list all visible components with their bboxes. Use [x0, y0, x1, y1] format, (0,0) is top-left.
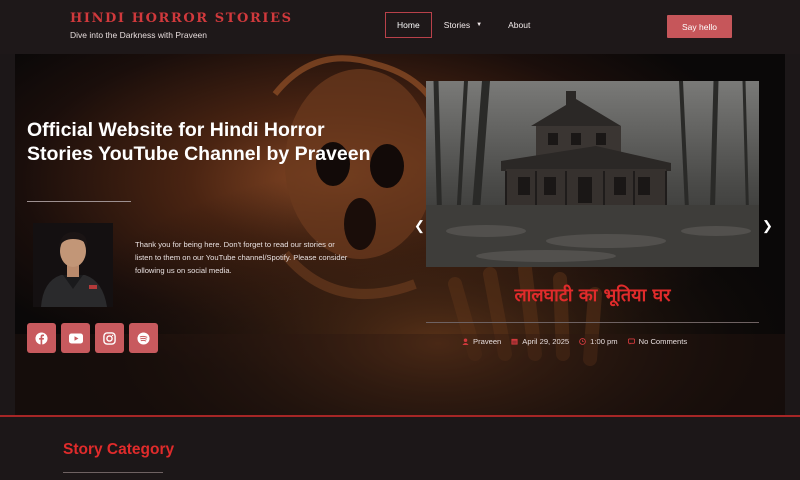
main-nav: Home Stories ▼ About [385, 12, 530, 38]
youtube-icon [68, 333, 83, 343]
site-header: Hindi Horror Stories Dive into the Darkn… [0, 0, 800, 54]
chevron-down-icon: ▼ [476, 22, 483, 28]
facebook-icon [35, 331, 48, 345]
post-meta: Praveen April 29, 2025 1:00 pm No Commen… [462, 337, 697, 346]
facebook-link[interactable] [27, 323, 56, 353]
spotify-link[interactable] [129, 323, 158, 353]
slider-next-button[interactable]: ❯ [762, 218, 773, 234]
post-title[interactable]: लालघाटी का भूतिया घर [426, 283, 759, 307]
spotify-icon [137, 331, 150, 345]
hero-bottom-border [0, 415, 800, 417]
brand[interactable]: Hindi Horror Stories Dive into the Darkn… [70, 11, 293, 40]
post-date[interactable]: April 29, 2025 [511, 337, 569, 346]
instagram-link[interactable] [95, 323, 124, 353]
calendar-icon [511, 338, 518, 345]
nav-home[interactable]: Home [385, 12, 432, 38]
social-links [27, 323, 158, 353]
post-author[interactable]: Praveen [462, 337, 501, 346]
say-hello-button[interactable]: Say hello [667, 15, 732, 38]
nav-stories[interactable]: Stories ▼ [444, 12, 482, 38]
hero-heading: Official Website for Hindi Horror Storie… [27, 119, 371, 165]
story-category-divider [63, 472, 163, 473]
post-comments-text: No Comments [638, 337, 688, 346]
post-divider [426, 322, 759, 323]
site-tagline: Dive into the Darkness with Praveen [70, 30, 208, 40]
slider-prev-button[interactable]: ❮ [414, 218, 425, 234]
nav-stories-label: Stories [443, 20, 471, 30]
haunted-house-image[interactable] [426, 81, 759, 267]
post-time: 1:00 pm [579, 337, 618, 346]
post-author-name: Praveen [473, 337, 502, 346]
user-icon [462, 338, 469, 345]
post-comments[interactable]: No Comments [627, 337, 688, 346]
hero-intro-text: Thank you for being here. Don't forget t… [135, 240, 348, 275]
youtube-link[interactable] [61, 323, 90, 353]
hero-divider [27, 201, 131, 202]
post-date-text: April 29, 2025 [522, 337, 570, 346]
author-avatar [33, 223, 113, 307]
post-time-text: 1:00 pm [590, 337, 618, 346]
site-title[interactable]: Hindi Horror Stories [70, 11, 293, 26]
clock-icon [579, 338, 586, 345]
story-category-heading: Story Category [63, 441, 175, 458]
nav-about[interactable]: About [508, 12, 530, 38]
comment-icon [627, 338, 635, 345]
instagram-icon [103, 331, 116, 345]
